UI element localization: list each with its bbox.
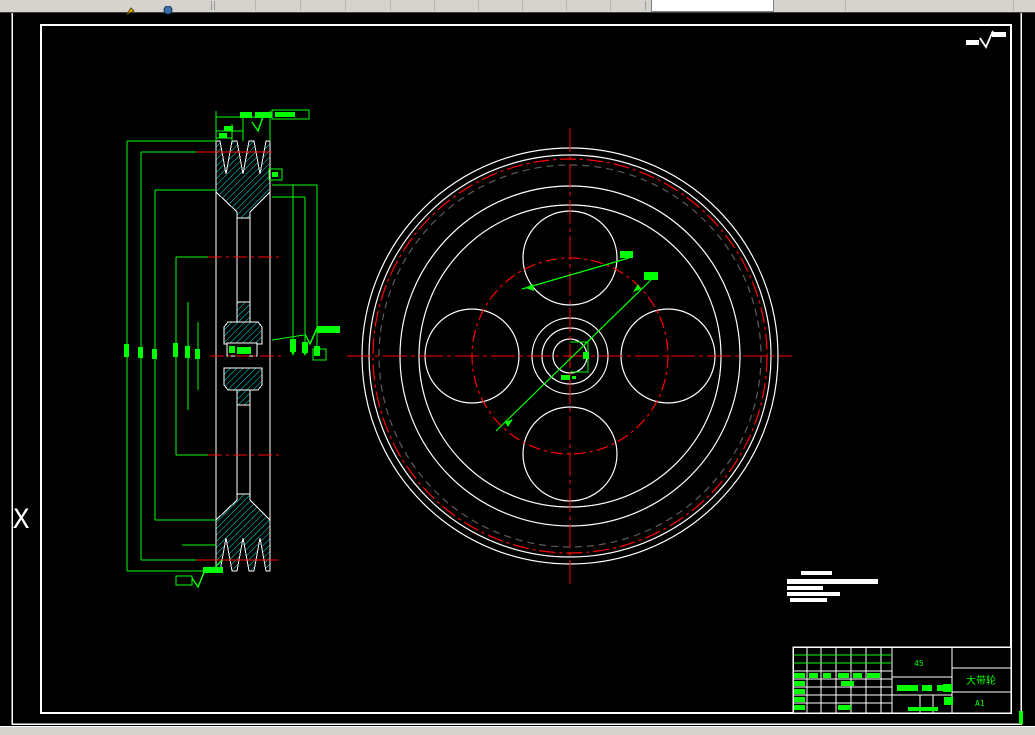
toolbar-button[interactable] (566, 0, 567, 11)
sheet-size-text: A1 (975, 699, 985, 708)
toolbar-button[interactable] (522, 0, 523, 11)
green-tick (1019, 711, 1023, 724)
toolbar-separator (214, 1, 215, 10)
toolbar-button[interactable] (478, 0, 479, 11)
ucs-x-marker: X (13, 504, 29, 535)
material-text: 45 (914, 659, 924, 668)
help-globe-icon[interactable] (163, 0, 173, 15)
toolbar-button[interactable] (255, 0, 256, 11)
toolbar-combobox[interactable] (651, 0, 774, 12)
web-section-bottom (236, 389, 251, 406)
hub-section-top (223, 321, 263, 345)
keyway-dim-text (237, 347, 251, 354)
toolbar (0, 0, 1035, 16)
toolbar-button[interactable] (434, 0, 435, 11)
toolbar-separator (211, 1, 212, 10)
toolbar-button[interactable] (345, 0, 346, 11)
toolbar-button[interactable] (1013, 0, 1014, 11)
toolbar-separator (645, 1, 646, 10)
toolbar-button[interactable] (845, 0, 846, 11)
edit-pencil-icon[interactable] (125, 0, 136, 16)
part-name-text: 大带轮 (966, 674, 996, 687)
drawing-canvas[interactable]: X 45 大带轮 A1 (0, 0, 1035, 734)
toolbar-button[interactable] (390, 0, 391, 11)
web-section-top (236, 301, 251, 323)
title-block[interactable]: 45 大带轮 A1 (792, 646, 1012, 714)
toolbar-button[interactable] (300, 0, 301, 11)
hub-section-bottom (223, 367, 263, 391)
keyway-dim-text (229, 346, 235, 353)
toolbar-button[interactable] (610, 0, 611, 11)
